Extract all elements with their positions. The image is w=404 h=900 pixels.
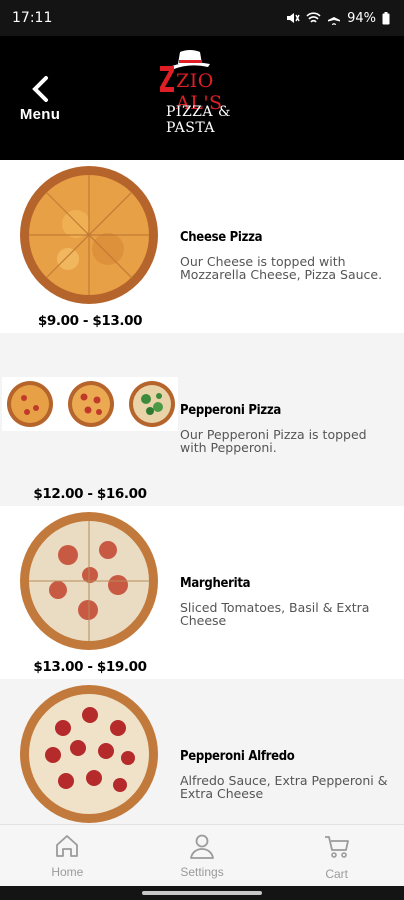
item-price: $9.00 - $13.00 [37, 313, 143, 329]
airplane-icon [328, 12, 341, 25]
menu-list: Cheese Pizza Our Cheese is topped with M… [0, 160, 404, 824]
item-name: Margherita [180, 576, 251, 591]
restaurant-logo: ZIO AL'S PIZZA & PASTA [158, 48, 254, 136]
bottom-nav: Home Settings Cart [0, 824, 404, 887]
hat-logo-icon [172, 50, 210, 69]
item-name: Cheese Pizza [180, 230, 263, 245]
pepperoni-pizza-image [2, 377, 178, 431]
status-icons: 94% [286, 11, 390, 26]
item-price: $13.00 - $19.00 [33, 659, 147, 675]
nav-cart[interactable]: Cart [269, 825, 404, 887]
nav-settings-label: Settings [180, 865, 224, 879]
item-description: Our Pepperoni Pizza is topped with Peppe… [180, 427, 367, 455]
gesture-bar-area [0, 886, 404, 900]
home-icon [56, 835, 79, 857]
pepperoni-alfredo-image [20, 685, 158, 823]
chevron-left-icon [32, 76, 48, 102]
cart-icon [324, 836, 349, 858]
battery-icon [382, 11, 390, 24]
nav-home-label: Home [51, 865, 84, 879]
gesture-handle[interactable] [142, 891, 262, 895]
menu-item-pepperoni-alfredo[interactable]: Pepperoni Alfredo Alfredo Sauce, Extra P… [0, 679, 404, 824]
back-button[interactable]: Menu [18, 76, 62, 128]
item-description: Our Cheese is topped with Mozzarella Che… [180, 254, 383, 282]
status-time: 17:11 [12, 10, 53, 26]
person-icon [190, 834, 214, 859]
item-price: $12.00 - $16.00 [33, 486, 147, 502]
status-bar: 17:11 94% [0, 0, 404, 36]
nav-cart-label: Cart [325, 867, 349, 881]
back-label: Menu [19, 106, 61, 123]
item-description: Alfredo Sauce, Extra Pepperoni & Extra C… [180, 773, 388, 801]
item-name: Pepperoni Alfredo [180, 749, 295, 764]
item-name: Pepperoni Pizza [180, 403, 281, 418]
menu-item-pepperoni-pizza[interactable]: Pepperoni Pizza Our Pepperoni Pizza is t… [0, 333, 404, 506]
logo-subtitle: PIZZA & PASTA [166, 104, 231, 136]
mute-icon [287, 13, 300, 23]
z-logo-icon [160, 66, 174, 92]
menu-item-cheese-pizza[interactable]: Cheese Pizza Our Cheese is topped with M… [0, 160, 404, 333]
nav-home[interactable]: Home [0, 825, 135, 887]
nav-settings[interactable]: Settings [135, 825, 270, 887]
item-description: Sliced Tomatoes, Basil & Extra Cheese [180, 600, 370, 628]
wifi-icon [306, 11, 321, 23]
battery-percent: 94% [347, 10, 376, 26]
menu-item-margherita[interactable]: Margherita Sliced Tomatoes, Basil & Extr… [0, 506, 404, 679]
margherita-pizza-image [20, 512, 158, 650]
app-header: Menu ZIO AL'S PIZZA & PASTA [0, 36, 404, 160]
cheese-pizza-image [20, 166, 158, 304]
